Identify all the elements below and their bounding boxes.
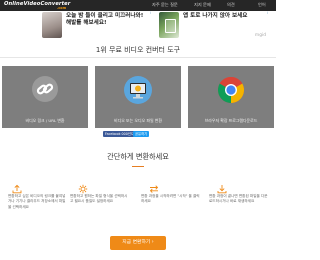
twitter-share-button[interactable]: 공유하기 [133,131,150,137]
ad-card[interactable]: 오늘 밤 둘이 클리고 미끄러나와! 해발를 해보세요! i [40,11,153,41]
logo-tld: .com [57,6,67,10]
ad-info-icon[interactable]: i [265,11,270,16]
accent-divider [132,166,144,167]
nav-faq-link[interactable]: 자주 묻는 질문 [152,2,178,8]
tool-card-label: 비디오 링크 / URL 변환 [25,118,65,123]
link-icon [32,76,58,102]
tool-card-label: 비디오 또는 오디오 파일 변환 [114,118,162,123]
nav-language-link[interactable]: 언어 [258,2,266,8]
divider [0,57,276,58]
step-description: 변환하고 원하는 파일 형식을 선택하시고 필요시 품질도 설정하세요 [70,194,128,204]
chrome-icon [217,76,245,103]
tool-card-url[interactable]: 비디오 링크 / URL 변환 [2,66,88,128]
monitor-icon [124,76,152,104]
convert-icon [149,185,159,193]
tool-card-extension[interactable]: 브라우저 확장 프로그램다운로드 [188,66,274,128]
ad-card[interactable]: 앱 토로 나가지 앉아 보세요 mgid i [157,11,270,41]
top-navbar: OnlineVideoConverter .com 자주 묻는 질문 지지 문제… [0,0,276,11]
step-item: 변환하고 원하는 파일 형식을 선택하시고 필요시 품질도 설정하세요 [70,176,132,222]
tool-card-file[interactable]: 비디오 또는 오디오 파일 변환 [95,66,181,128]
step-item: 변환 과정을 시작하려면 "시작" 을 클릭하세요 [141,176,203,222]
nav-feedback-link[interactable]: 의견 [227,2,235,8]
convert-now-button[interactable]: 지금 변환하기 › [110,236,166,250]
tool-card-label: 브라우저 확장 프로그램다운로드 [204,118,258,123]
step-item: 변환하고 싶은 비디오의 링크를 붙여넣거나 기기나 클라우드 저장소에서 파일… [4,176,66,222]
step-description: 변환하고 싶은 비디오의 링크를 붙여넣거나 기기나 클라우드 저장소에서 파일… [8,194,66,209]
ad-banner: 오늘 밤 둘이 클리고 미끄러나와! 해발를 해보세요! i 앱 토로 나가지 … [40,11,270,41]
ad-info-icon[interactable]: i [148,11,153,16]
hero-title: 1위 무료 비디오 컨버터 도구 [95,46,181,54]
step-description: 변환 과정이 끝나면 변환된 파일을 다운로드하시거나 바로 재생하세요 [209,194,268,204]
settings-icon [78,184,88,194]
section-title: 간단하게 변환하세요 [107,152,169,161]
step-description: 변환 과정을 시작하려면 "시작" 을 클릭하세요 [141,194,200,204]
ad-image [42,12,62,38]
site-logo[interactable]: OnlineVideoConverter .com [4,1,70,11]
ad-brand-label: mgid [254,33,266,38]
step-item: 변환 과정이 끝나면 변환된 파일을 다운로드하시거나 바로 재생하세요 [209,176,271,222]
upload-icon [12,184,22,194]
ad-headline: 앱 토로 나가지 앉아 보세요 [183,13,248,19]
ad-headline: 오늘 밤 둘이 클리고 미끄러나와! 해발를 해보세요! [66,13,144,26]
ad-image [159,12,179,38]
nav-support-link[interactable]: 지지 문제 [194,2,211,8]
download-icon [217,185,227,194]
